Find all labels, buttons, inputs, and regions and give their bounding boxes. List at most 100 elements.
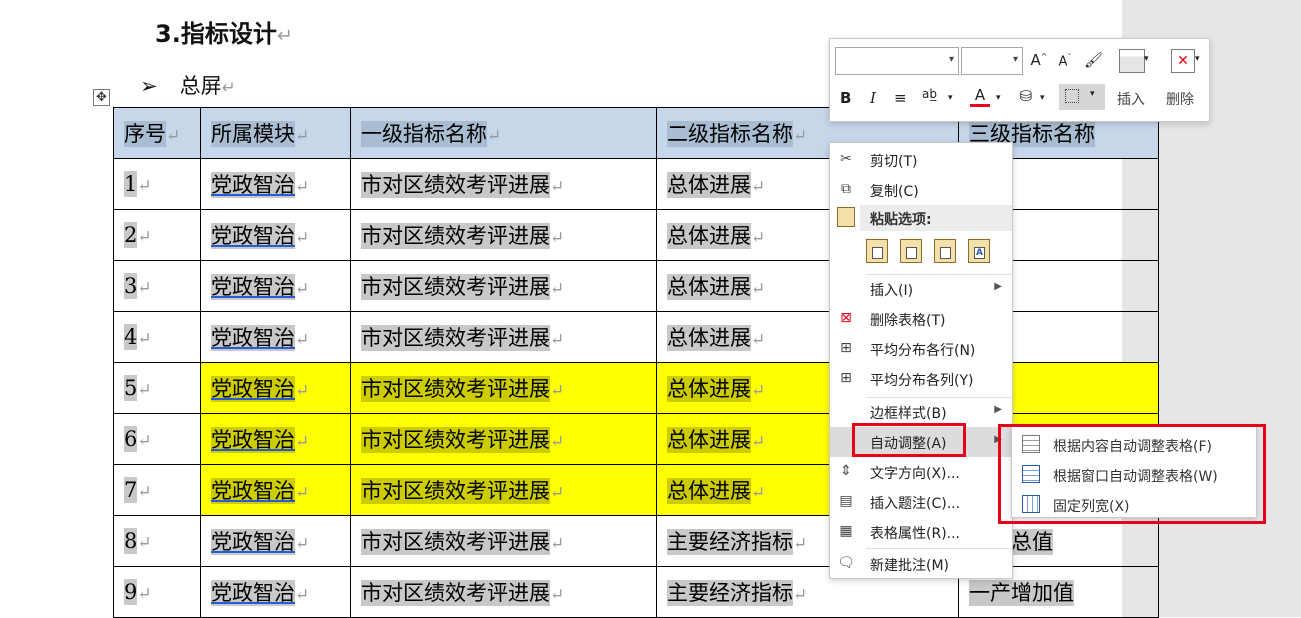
table-cell[interactable]: 6↵ [113, 413, 201, 465]
table-cell[interactable]: 市对区绩效考评进展↵ [350, 362, 657, 414]
table-cell[interactable]: 市对区绩效考评进展↵ [350, 209, 657, 261]
menu-item-autofit[interactable]: 自动调整(A) ▶ [830, 427, 1012, 457]
styles-icon[interactable]: ab̲ [922, 87, 937, 101]
table-cell[interactable]: 5↵ [113, 362, 201, 414]
distribute-columns-icon: ⊞ [840, 370, 852, 386]
paste-merge-icon[interactable] [900, 239, 922, 263]
table-cell[interactable]: 市对区绩效考评进展↵ [350, 260, 657, 312]
table-cell[interactable]: 市对区绩效考评进展↵ [350, 158, 657, 210]
table-move-handle-icon[interactable]: ✥ [93, 89, 110, 106]
borders-button[interactable]: ▾ [1059, 84, 1105, 110]
menu-item-insert[interactable]: 插入(I) ▶ [830, 274, 1012, 304]
subheading-text: 总屏 [179, 74, 222, 98]
table-cell[interactable]: 党政智治↵ [200, 515, 351, 567]
chevron-right-icon: ▶ [994, 404, 1002, 415]
chevron-down-icon: ▾ [1090, 89, 1095, 99]
paragraph-mark: ↵ [276, 24, 293, 47]
mini-toolbar: ▾ ▾ A^ Aˇ 🖌 ▾ ✕ ▾ B I ≡ ab̲ ▾ A ▾ ⛁ ▾ ▾ … [829, 38, 1210, 122]
chevron-right-icon: ▶ [994, 281, 1002, 292]
table-properties-icon: ▦ [839, 523, 853, 539]
table-cell[interactable]: 9↵ [113, 566, 201, 618]
insert-table-icon[interactable] [1119, 49, 1145, 73]
menu-item-table-properties[interactable]: ▦ 表格属性(R)... [830, 517, 1012, 547]
delete-table-icon[interactable]: ✕ [1171, 49, 1195, 73]
paste-keep-source-icon[interactable] [866, 239, 888, 263]
header-cell[interactable]: 所属模块↵ [200, 107, 351, 159]
table-cell[interactable]: 市对区绩效考评进展↵ [350, 566, 657, 618]
table-cell[interactable]: 党政智治↵ [200, 566, 351, 618]
table-cell[interactable]: 7↵ [113, 464, 201, 516]
paste-text-only-icon[interactable]: A [968, 239, 990, 263]
table-cell[interactable]: 党政智治↵ [200, 464, 351, 516]
delete-table-icon: ⊠ [840, 310, 852, 326]
fixed-column-width-icon [1022, 495, 1040, 513]
shrink-font-icon[interactable]: Aˇ [1056, 53, 1074, 69]
table-cell[interactable]: 8↵ [113, 515, 201, 567]
chevron-down-icon[interactable]: ▾ [1040, 93, 1045, 103]
copy-icon: ⧉ [841, 181, 851, 197]
table-cell[interactable]: 党政智治↵ [200, 362, 351, 414]
chevron-down-icon[interactable]: ▾ [996, 93, 1001, 103]
paragraph-mark: ↵ [221, 77, 236, 97]
table-cell[interactable]: 党政智治↵ [200, 260, 351, 312]
font-name-dropdown[interactable]: ▾ [835, 47, 959, 75]
autofit-window-icon [1022, 465, 1040, 483]
insert-label[interactable]: 插入 [1117, 89, 1145, 109]
paste-options-header: 粘贴选项: [860, 205, 1012, 231]
menu-item-new-comment[interactable]: 🗨 新建批注(M) [830, 549, 1012, 579]
table-cell[interactable]: 3↵ [113, 260, 201, 312]
heading-text: 3.指标设计 [155, 20, 277, 48]
menu-item-border-styles[interactable]: 边框样式(B) ▶ [830, 397, 1012, 427]
format-painter-icon[interactable]: 🖌 [1084, 51, 1103, 69]
text-direction-icon: ⇕ [840, 463, 852, 479]
paste-nest-table-icon[interactable] [934, 239, 956, 263]
distribute-rows-icon: ⊞ [840, 340, 852, 356]
submenu-item-autofit-window[interactable]: 根据窗口自动调整表格(W) [1012, 459, 1256, 489]
table-cell[interactable]: 1↵ [113, 158, 201, 210]
table-cell[interactable]: 党政智治↵ [200, 413, 351, 465]
bullet-arrow-icon: ➢ [140, 74, 158, 98]
chevron-down-icon: ▾ [948, 54, 954, 65]
chevron-down-icon[interactable]: ▾ [948, 93, 953, 103]
submenu-item-autofit-contents[interactable]: 根据内容自动调整表格(F) [1012, 429, 1256, 459]
chevron-right-icon: ▶ [994, 434, 1002, 445]
submenu-item-fixed-width[interactable]: 固定列宽(X) [1012, 489, 1256, 519]
table-cell[interactable]: 市对区绩效考评进展↵ [350, 413, 657, 465]
table-cell[interactable]: 党政智治↵ [200, 158, 351, 210]
menu-item-cut[interactable]: ✂ 剪切(T) [830, 145, 1012, 175]
delete-label[interactable]: 删除 [1166, 89, 1194, 109]
menu-item-insert-caption[interactable]: ▤ 插入题注(C)... [830, 487, 1012, 517]
shading-icon[interactable]: ⛁ [1016, 87, 1036, 105]
table-cell[interactable]: 4↵ [113, 311, 201, 363]
table-cell[interactable]: 党政智治↵ [200, 209, 351, 261]
header-cell[interactable]: 序号↵ [113, 107, 201, 159]
table-cell[interactable]: 市对区绩效考评进展↵ [350, 464, 657, 516]
center-align-icon[interactable]: ≡ [894, 89, 907, 107]
context-menu: ✂ 剪切(T) ⧉ 复制(C) 粘贴选项: A 插入(I) ▶ ⊠ 删除表格(T… [829, 142, 1013, 579]
font-size-dropdown[interactable]: ▾ [961, 47, 1023, 75]
header-cell[interactable]: 一级指标名称↵ [350, 107, 657, 159]
italic-button[interactable]: I [870, 89, 876, 107]
font-color-button[interactable]: A [970, 86, 990, 107]
document-heading[interactable]: 3.指标设计↵ [155, 14, 293, 49]
scissors-icon: ✂ [840, 151, 852, 167]
menu-item-text-direction[interactable]: ⇕ 文字方向(X)... [830, 457, 1012, 487]
menu-item-delete-table[interactable]: ⊠ 删除表格(T) [830, 304, 1012, 334]
chevron-down-icon[interactable]: ▾ [1144, 54, 1149, 64]
table-cell[interactable]: 市对区绩效考评进展↵ [350, 515, 657, 567]
chevron-down-icon[interactable]: ▾ [1195, 54, 1200, 64]
document-subheading[interactable]: ➢ 总屏↵ [140, 70, 236, 100]
chevron-down-icon: ▾ [1012, 54, 1018, 65]
borders-icon [1065, 89, 1079, 103]
paste-options-row: A [866, 239, 1002, 267]
menu-item-copy[interactable]: ⧉ 复制(C) [830, 175, 1012, 205]
table-cell[interactable]: 2↵ [113, 209, 201, 261]
table-cell[interactable]: 市对区绩效考评进展↵ [350, 311, 657, 363]
menu-item-distribute-cols[interactable]: ⊞ 平均分布各列(Y) [830, 364, 1012, 394]
menu-item-distribute-rows[interactable]: ⊞ 平均分布各行(N) [830, 334, 1012, 364]
grow-font-icon[interactable]: A^ [1030, 51, 1048, 69]
table-cell[interactable]: 党政智治↵ [200, 311, 351, 363]
autofit-submenu: 根据内容自动调整表格(F) 根据窗口自动调整表格(W) 固定列宽(X) [1011, 426, 1257, 518]
bold-button[interactable]: B [840, 89, 851, 107]
autofit-contents-icon [1022, 435, 1040, 453]
